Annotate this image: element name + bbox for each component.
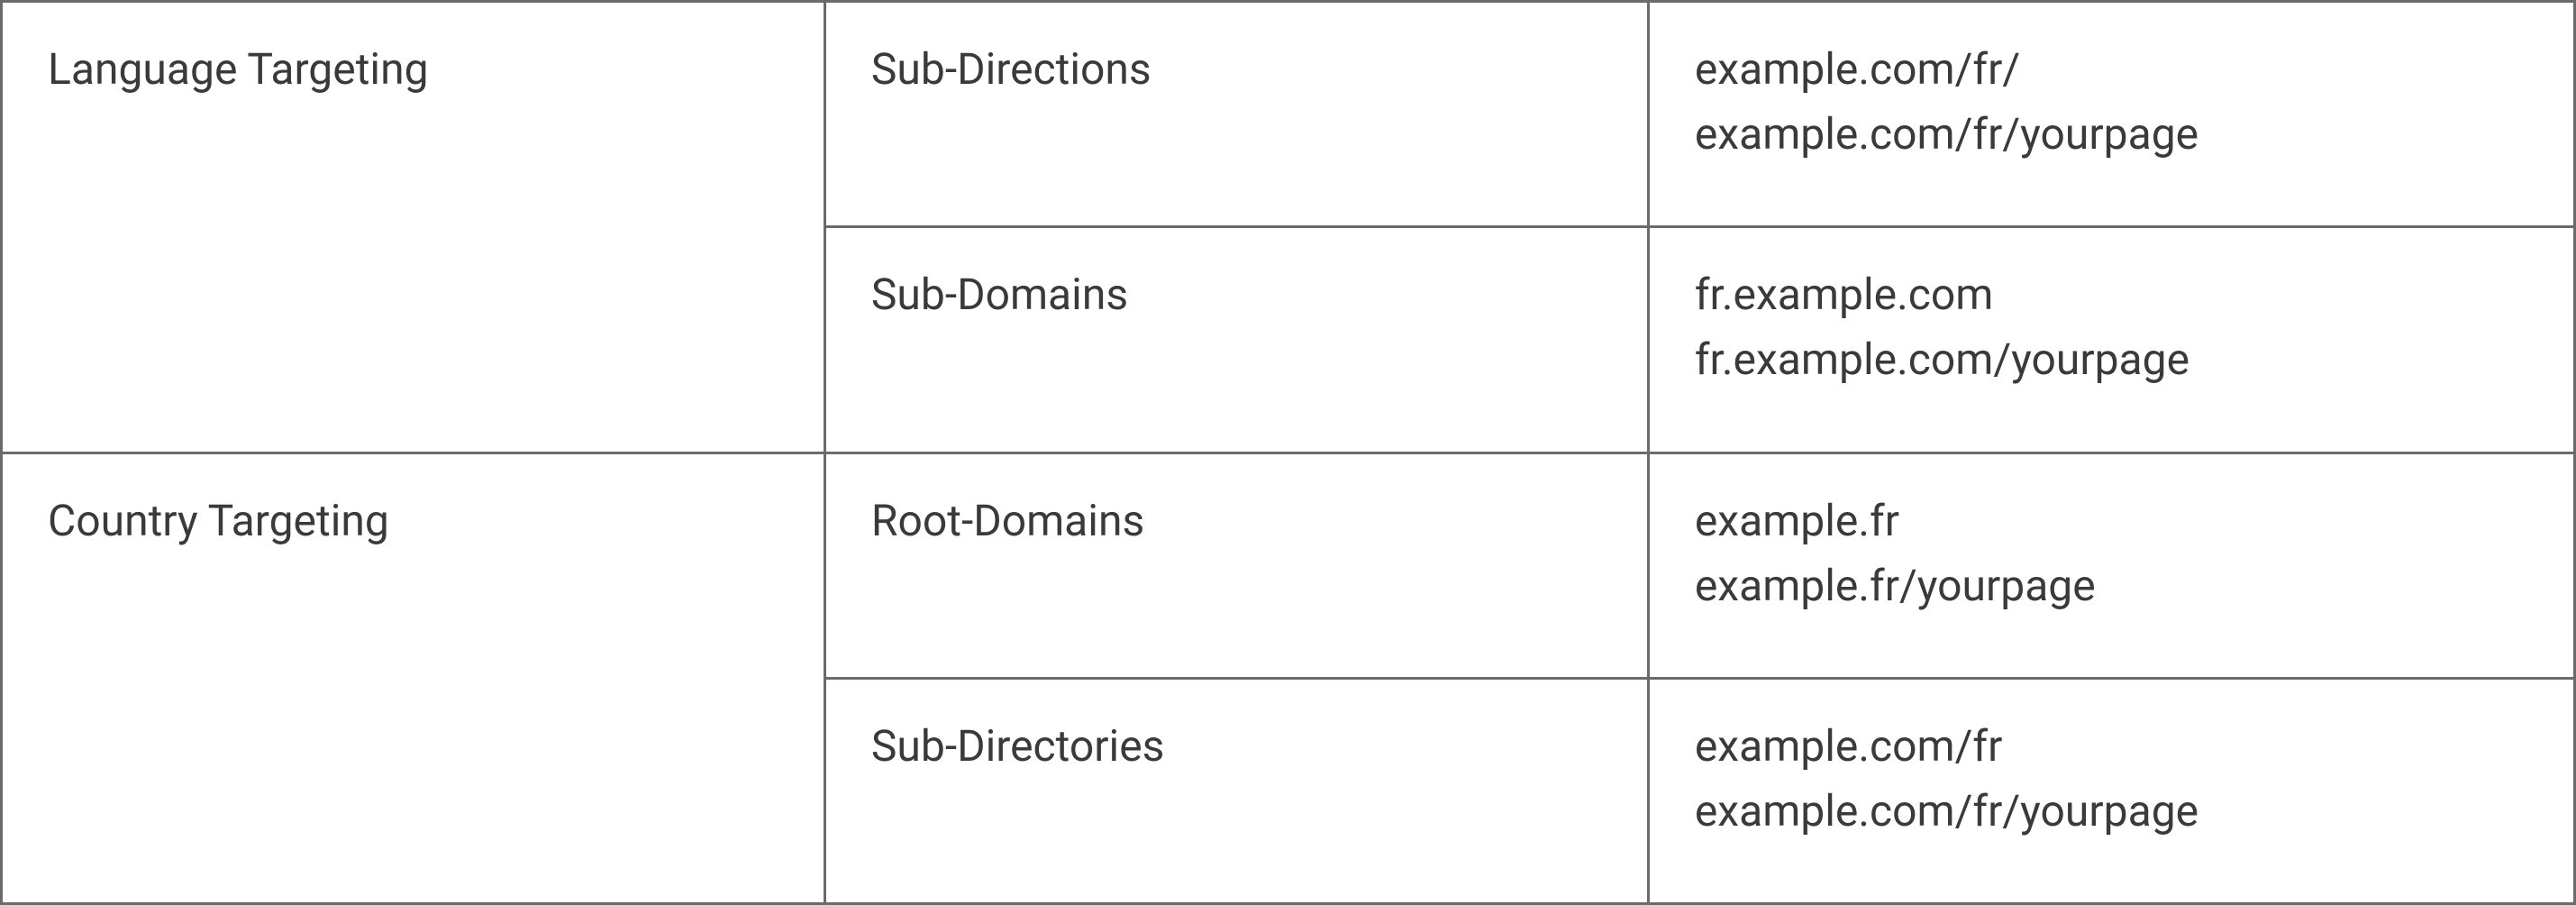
example-cell: example.com/fr example.com/fr/yourpage: [1648, 678, 2574, 903]
category-label: Country Targeting: [48, 495, 389, 546]
table-row: Language Targeting Sub-Directions exampl…: [2, 2, 2575, 227]
example-text: example.com/fr/yourpage: [1695, 779, 2528, 844]
example-text: example.fr: [1695, 489, 2528, 553]
targeting-table: Language Targeting Sub-Directions exampl…: [0, 0, 2576, 905]
category-label: Language Targeting: [48, 43, 429, 95]
example-text: fr.example.com/yourpage: [1695, 327, 2528, 392]
example-text: example.com/fr/: [1695, 37, 2528, 102]
table-row: Country Targeting Root-Domains example.f…: [2, 452, 2575, 678]
example-cell: fr.example.com fr.example.com/yourpage: [1648, 227, 2574, 452]
method-label: Sub-Directions: [871, 43, 1151, 95]
method-cell: Sub-Directions: [824, 2, 1648, 227]
example-text: example.fr/yourpage: [1695, 553, 2528, 618]
example-cell: example.com/fr/ example.com/fr/yourpage: [1648, 2, 2574, 227]
category-cell: Country Targeting: [2, 452, 825, 904]
method-cell: Sub-Domains: [824, 227, 1648, 452]
method-cell: Root-Domains: [824, 452, 1648, 678]
method-label: Root-Domains: [871, 495, 1144, 546]
category-cell: Language Targeting: [2, 2, 825, 453]
method-cell: Sub-Directories: [824, 678, 1648, 903]
example-text: example.com/fr: [1695, 714, 2528, 779]
example-text: fr.example.com: [1695, 262, 2528, 327]
method-label: Sub-Domains: [871, 269, 1128, 320]
example-text: example.com/fr/yourpage: [1695, 102, 2528, 167]
method-label: Sub-Directories: [871, 720, 1165, 772]
example-cell: example.fr example.fr/yourpage: [1648, 452, 2574, 678]
